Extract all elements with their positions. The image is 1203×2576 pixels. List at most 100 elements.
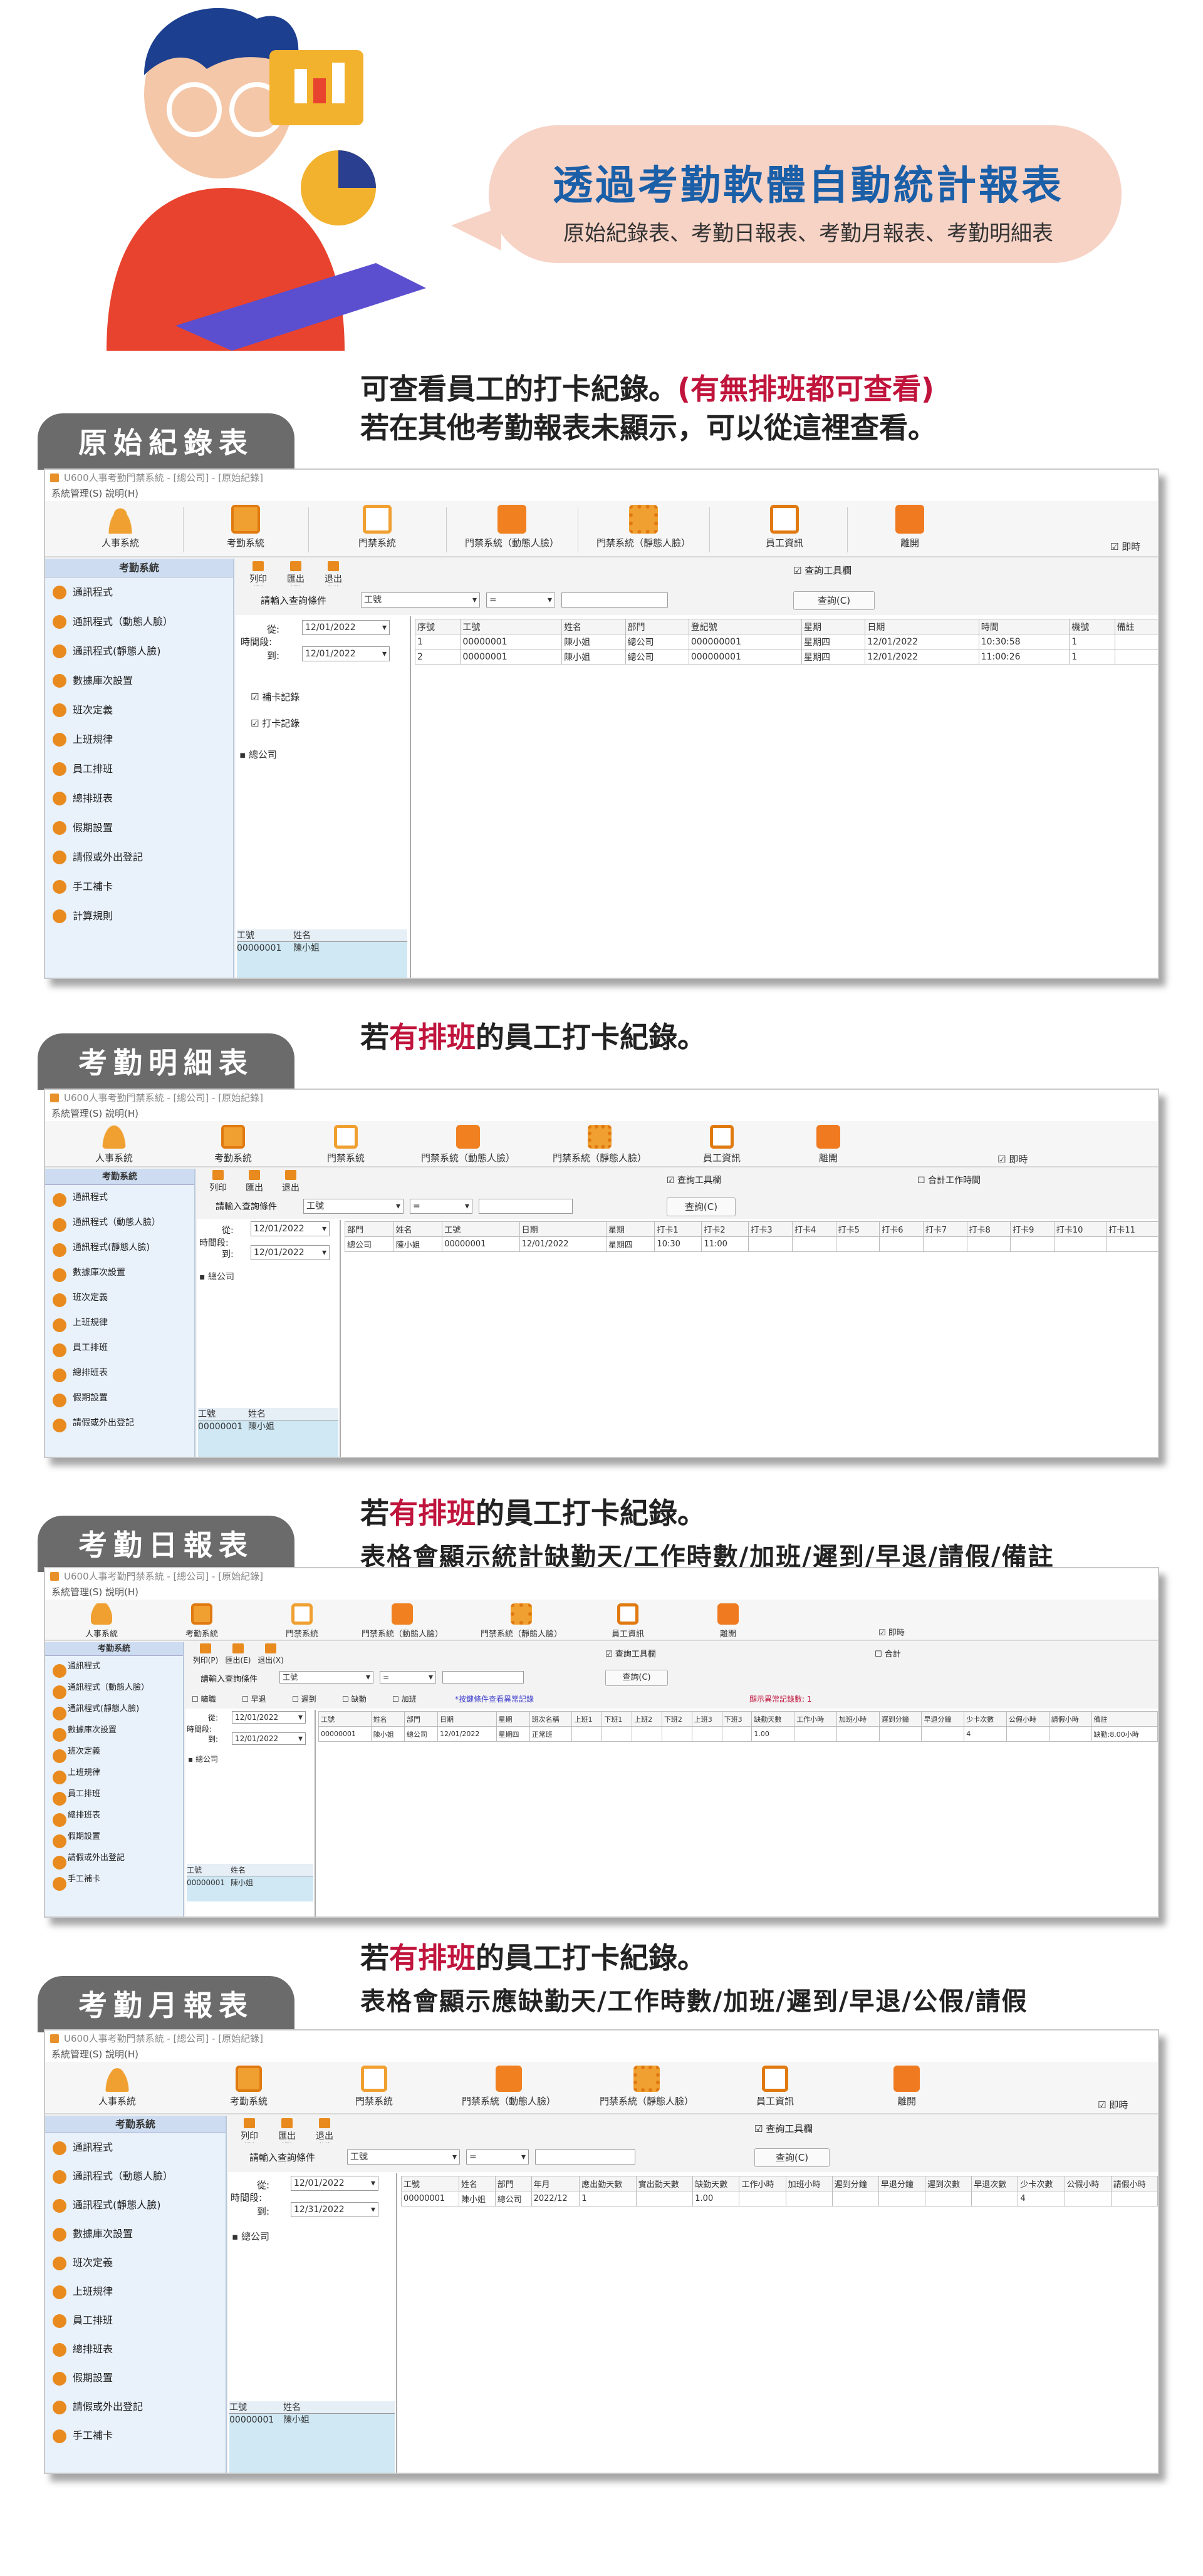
sidebar-item[interactable]: 通訊程式(靜態人臉) xyxy=(45,2191,226,2220)
sidebar-item[interactable]: 上班規律 xyxy=(45,725,233,754)
sidebar-item[interactable]: 班次定義 xyxy=(45,1741,183,1763)
sidebar-item[interactable]: 手工補卡 xyxy=(45,1869,183,1891)
toolbar-access-dynamic[interactable]: 門禁系統（動態人臉） xyxy=(446,2066,571,2116)
employee-row[interactable]: 00000001 陳小姐 xyxy=(187,1876,313,1889)
toolbar-access-static[interactable]: 門禁系統（靜態人臉） xyxy=(540,1125,659,1175)
export-button[interactable]: 匯出(E) xyxy=(224,1643,252,1665)
merge-worktime-checkbox[interactable]: ☐ 合計工作時間 xyxy=(917,1174,981,1186)
sidebar-item[interactable]: 通訊程式（動態人臉） xyxy=(45,607,233,636)
total-checkbox[interactable]: ☐ 合計 xyxy=(875,1647,901,1659)
query-button[interactable]: 查詢(C) xyxy=(605,1670,668,1686)
sidebar-item[interactable]: 上班規律 xyxy=(45,2277,226,2306)
query-button[interactable]: 查詢(C) xyxy=(793,591,875,610)
toolbar-attendance[interactable]: 考勤系統 xyxy=(202,1125,264,1175)
query-value-input[interactable] xyxy=(479,1199,573,1214)
query-value-input[interactable] xyxy=(561,592,668,608)
sidebar-item[interactable]: 計算規則 xyxy=(45,901,233,931)
toolbar-access[interactable]: 門禁系統 xyxy=(315,1125,377,1175)
show-toolbar-checkbox[interactable]: 查詢工具欄 xyxy=(754,2122,813,2135)
sidebar-item[interactable]: 假期設置 xyxy=(45,813,233,842)
filter-missing[interactable]: ☐ 缺勤 xyxy=(342,1694,367,1704)
sidebar-item[interactable]: 通訊程式（動態人臉） xyxy=(45,1210,194,1235)
sidebar-item[interactable]: 總排班表 xyxy=(45,784,233,813)
date-to-picker[interactable]: 12/31/2022 xyxy=(291,2202,378,2217)
sidebar-item[interactable]: 通訊程式 xyxy=(45,2133,226,2162)
sidebar-item[interactable]: 數據庫次設置 xyxy=(45,2220,226,2248)
menu-bar[interactable]: 系統管理(S) 說明(H) xyxy=(45,2047,1158,2062)
date-from-picker[interactable]: 12/01/2022 xyxy=(291,2176,378,2191)
table-row[interactable]: 00000001 陳小姐 總公司 2022/12 1 1.00 4 xyxy=(401,2191,1158,2206)
query-op-select[interactable]: = xyxy=(486,592,555,608)
sidebar-item[interactable]: 員工排班 xyxy=(45,2306,226,2335)
sidebar-item[interactable]: 上班規律 xyxy=(45,1310,194,1335)
sidebar-item[interactable]: 通訊程式 xyxy=(45,1185,194,1210)
filter-late[interactable]: ☐ 遲到 xyxy=(292,1694,316,1704)
sidebar-item[interactable]: 手工補卡 xyxy=(45,2421,226,2450)
sidebar-item[interactable]: 通訊程式(靜態人臉) xyxy=(45,636,233,666)
realtime-checkbox[interactable]: 即時 xyxy=(1110,540,1140,553)
sidebar-item[interactable]: 數據庫次設置 xyxy=(45,1720,183,1742)
toolbar-employee-info[interactable]: 員工資訊 xyxy=(690,1125,753,1175)
toolbar-exit[interactable]: 離開 xyxy=(878,505,941,555)
toolbar-employee-info[interactable]: 員工資訊 xyxy=(741,2066,810,2116)
filter-early[interactable]: ☐ 早退 xyxy=(242,1694,266,1704)
sidebar-item[interactable]: 假期設置 xyxy=(45,1826,183,1848)
menu-bar[interactable]: 系統管理(S) 說明(H) xyxy=(45,1585,1158,1600)
table-row[interactable]: 1 00000001 陳小姐 總公司 000000001 星期四 12/01/2022 10:… xyxy=(414,634,1158,649)
sidebar-item[interactable]: 數據庫次設置 xyxy=(45,666,233,695)
date-from-picker[interactable]: 12/01/2022 xyxy=(251,1221,330,1236)
toolbar-exit[interactable]: 離開 xyxy=(872,2066,941,2116)
query-field-select[interactable]: 工號 xyxy=(347,2149,460,2165)
show-toolbar-checkbox[interactable]: 查詢工具欄 xyxy=(667,1174,721,1186)
sidebar-item[interactable]: 通訊程式（動態人臉） xyxy=(45,1677,183,1699)
sidebar-item[interactable]: 總排班表 xyxy=(45,1360,194,1385)
print-button[interactable]: 列印(P) xyxy=(192,1643,219,1665)
fill-card-checkbox[interactable]: 補卡記錄 xyxy=(251,690,299,703)
exit-button[interactable]: 退出(X) xyxy=(257,1643,284,1665)
toolbar-access[interactable]: 門禁系統 xyxy=(346,505,409,555)
employee-row[interactable]: 00000001 陳小姐 xyxy=(229,2414,395,2426)
query-op-select[interactable]: = xyxy=(380,1671,436,1684)
query-button[interactable]: 查詢(C) xyxy=(754,2148,830,2167)
date-to-picker[interactable]: 12/01/2022 xyxy=(251,1245,330,1260)
realtime-checkbox[interactable]: 即時 xyxy=(997,1152,1028,1166)
query-op-select[interactable]: = xyxy=(410,1199,472,1214)
toolbar-exit[interactable]: 離開 xyxy=(797,1125,860,1175)
date-to-picker[interactable]: 12/01/2022 xyxy=(232,1732,306,1745)
filter-absent[interactable]: ☐ 曠職 xyxy=(192,1694,216,1704)
date-from-picker[interactable]: 12/01/2022 xyxy=(302,620,390,635)
toolbar-access-static[interactable]: 門禁系統（靜態人臉） xyxy=(584,505,703,555)
menu-bar[interactable]: 系統管理(S) 說明(H) xyxy=(45,486,1158,501)
sidebar-item[interactable]: 通訊程式 xyxy=(45,1656,183,1678)
tree-root[interactable]: ▪ 總公司 xyxy=(232,2230,269,2243)
query-value-input[interactable] xyxy=(535,2149,635,2165)
sidebar-item[interactable]: 通訊程式（動態人臉） xyxy=(45,2162,226,2191)
sidebar-item[interactable]: 總排班表 xyxy=(45,1805,183,1827)
sidebar-item[interactable]: 班次定義 xyxy=(45,1285,194,1310)
toolbar-access-dynamic[interactable]: 門禁系統（動態人臉） xyxy=(452,505,571,555)
filter-overtime[interactable]: ☐ 加班 xyxy=(392,1694,417,1704)
punch-record-checkbox[interactable]: 打卡記錄 xyxy=(251,716,299,730)
sidebar-item[interactable]: 數據庫次設置 xyxy=(45,1260,194,1285)
toolbar-hr[interactable]: 人事系統 xyxy=(83,2066,152,2116)
tree-root[interactable]: ▪ 總公司 xyxy=(188,1754,218,1764)
sidebar-item[interactable]: 假期設置 xyxy=(45,1385,194,1410)
sidebar-item[interactable]: 總排班表 xyxy=(45,2335,226,2364)
query-field-select[interactable]: 工號 xyxy=(361,592,480,608)
employee-row[interactable]: 00000001 陳小姐 xyxy=(237,942,407,954)
query-op-select[interactable]: = xyxy=(466,2149,529,2165)
realtime-checkbox[interactable]: 即時 xyxy=(878,1626,905,1638)
employee-row[interactable]: 00000001 陳小姐 xyxy=(198,1420,338,1433)
sidebar-item[interactable]: 上班規律 xyxy=(45,1762,183,1784)
show-toolbar-checkbox[interactable]: 查詢工具欄 xyxy=(793,564,851,577)
toolbar-employee-info[interactable]: 員工資訊 xyxy=(753,505,816,555)
tree-root[interactable]: ▪ 總公司 xyxy=(199,1270,234,1283)
tree-root[interactable]: ▪ 總公司 xyxy=(239,748,277,761)
menu-bar[interactable]: 系統管理(S) 說明(H) xyxy=(45,1106,1158,1121)
realtime-checkbox[interactable]: 即時 xyxy=(1098,2098,1128,2111)
date-to-picker[interactable]: 12/01/2022 xyxy=(302,646,390,661)
sidebar-item[interactable]: 員工排班 xyxy=(45,1335,194,1360)
sidebar-item[interactable]: 請假或外出登記 xyxy=(45,1848,183,1870)
sidebar-item[interactable]: 請假或外出登記 xyxy=(45,2392,226,2421)
toolbar-access-static[interactable]: 門禁系統（靜態人臉） xyxy=(584,2066,709,2116)
